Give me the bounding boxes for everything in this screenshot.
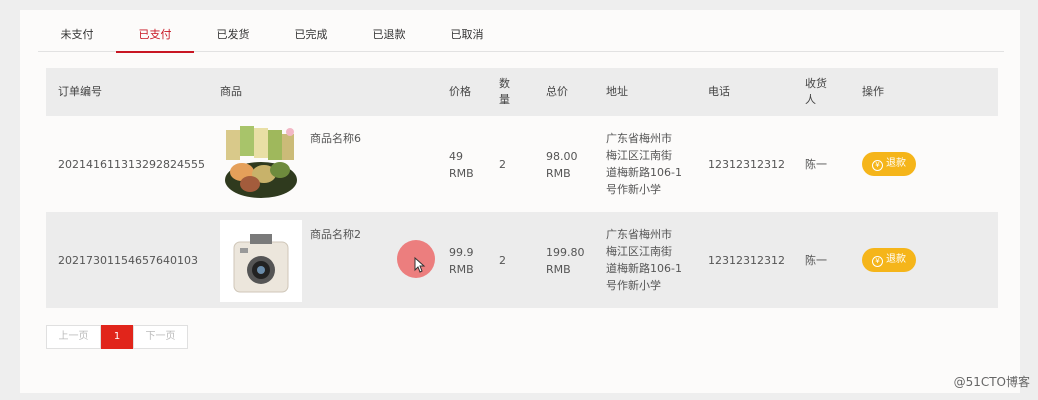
refund-label: 退款 <box>886 254 906 265</box>
col-qty-line1: 数 <box>499 77 510 90</box>
tab-paid[interactable]: 已支付 <box>116 24 194 53</box>
address-line: 号作新小学 <box>606 279 661 292</box>
col-product: 商品 <box>220 85 242 98</box>
col-phone: 电话 <box>708 85 730 98</box>
page-1-button[interactable]: 1 <box>101 325 133 349</box>
table-row: 20217301154657640103 商品名称2 99.9 RMB 2 19… <box>46 212 998 308</box>
phone-number: 12312312312 <box>708 158 785 171</box>
col-qty-line2: 量 <box>499 93 510 106</box>
tab-unpaid[interactable]: 未支付 <box>38 24 116 52</box>
watermark: @51CTO博客 <box>953 375 1030 389</box>
yen-icon: ¥ <box>872 256 883 267</box>
prev-page-button[interactable]: 上一页 <box>46 325 101 349</box>
total-unit: RMB <box>546 263 571 276</box>
col-address: 地址 <box>606 85 628 98</box>
col-price: 价格 <box>449 85 471 98</box>
col-order-no: 订单编号 <box>58 85 102 98</box>
phone-number: 12312312312 <box>708 254 785 267</box>
price-value: 99.9 <box>449 246 474 259</box>
mouse-pointer-icon <box>414 256 426 273</box>
product-name[interactable]: 商品名称6 <box>310 130 361 147</box>
refund-button[interactable]: ¥ 退款 <box>862 248 916 272</box>
total-value: 199.80 <box>546 246 585 259</box>
receiver-name: 陈一 <box>805 158 827 171</box>
table-row: 202141611313292824555 商品名称6 49 RMB 2 98.… <box>46 116 998 212</box>
click-indicator <box>397 240 435 278</box>
order-number: 20217301154657640103 <box>58 254 198 267</box>
tab-refunded[interactable]: 已退款 <box>350 24 428 52</box>
address-line: 道梅新路106-1 <box>606 262 682 275</box>
refund-button[interactable]: ¥ 退款 <box>862 152 916 176</box>
address-line: 道梅新路106-1 <box>606 166 682 179</box>
refund-label: 退款 <box>886 158 906 169</box>
price-unit: RMB <box>449 263 474 276</box>
col-receiver-line2: 人 <box>805 93 816 106</box>
address-line: 梅江区江南街 <box>606 149 672 162</box>
next-page-button[interactable]: 下一页 <box>133 325 188 349</box>
product-thumbnail-camera[interactable] <box>220 220 302 302</box>
product-name[interactable]: 商品名称2 <box>310 226 361 243</box>
col-total: 总价 <box>546 85 568 98</box>
product-thumbnail-zongzi[interactable] <box>220 124 302 206</box>
col-action: 操作 <box>862 85 884 98</box>
col-receiver-line1: 收货 <box>805 77 827 90</box>
order-status-tabs: 未支付 已支付 已发货 已完成 已退款 已取消 <box>38 24 1004 53</box>
address-line: 号作新小学 <box>606 183 661 196</box>
order-panel: 未支付 已支付 已发货 已完成 已退款 已取消 订单编号 商品 价格 数 量 总… <box>20 10 1020 393</box>
quantity: 2 <box>499 158 506 171</box>
total-value: 98.00 <box>546 150 578 163</box>
address-line: 广东省梅州市 <box>606 132 672 145</box>
tab-completed[interactable]: 已完成 <box>272 24 350 52</box>
total-unit: RMB <box>546 167 571 180</box>
quantity: 2 <box>499 254 506 267</box>
receiver-name: 陈一 <box>805 254 827 267</box>
price-unit: RMB <box>449 167 474 180</box>
address-line: 广东省梅州市 <box>606 228 672 241</box>
tab-cancelled[interactable]: 已取消 <box>428 24 506 52</box>
price-value: 49 <box>449 150 463 163</box>
tab-shipped[interactable]: 已发货 <box>194 24 272 52</box>
address-line: 梅江区江南街 <box>606 245 672 258</box>
table-header: 订单编号 商品 价格 数 量 总价 地址 电话 收货 人 操作 <box>46 68 998 116</box>
yen-icon: ¥ <box>872 160 883 171</box>
order-number: 202141611313292824555 <box>58 158 205 171</box>
